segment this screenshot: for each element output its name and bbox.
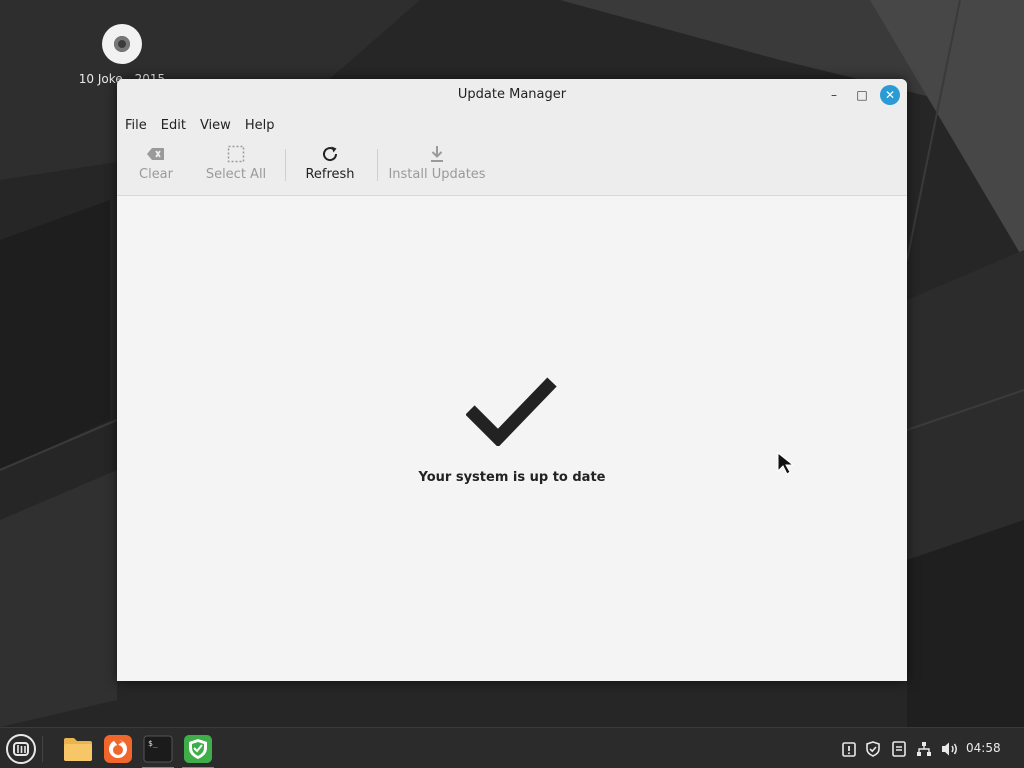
updates-content: Your system is up to date <box>117 196 907 681</box>
update-manager-icon <box>184 735 212 763</box>
menubar: File Edit View Help <box>117 111 907 139</box>
clear-label: Clear <box>139 167 173 182</box>
menu-help[interactable]: Help <box>245 118 283 133</box>
tray-network[interactable] <box>913 728 935 768</box>
menu-icon <box>6 734 36 764</box>
close-icon: ✕ <box>884 88 896 102</box>
window-titlebar[interactable]: Update Manager – □ ✕ <box>117 79 907 111</box>
files-icon <box>64 738 92 761</box>
refresh-button[interactable]: Refresh <box>300 143 360 191</box>
select-all-icon <box>227 143 245 165</box>
minimize-button[interactable]: – <box>825 86 843 104</box>
refresh-label: Refresh <box>305 167 355 182</box>
network-icon <box>917 741 931 756</box>
notes-icon <box>892 740 906 757</box>
menu-button[interactable] <box>3 732 39 766</box>
select-all-button[interactable]: Select All <box>205 143 267 191</box>
mouse-cursor-icon <box>777 452 795 475</box>
tray-volume[interactable] <box>939 728 961 768</box>
taskbar: $_ 04:58 <box>0 727 1024 768</box>
tray-shield[interactable] <box>862 728 884 768</box>
files-launcher[interactable] <box>60 732 96 766</box>
menu-file[interactable]: File <box>125 118 155 133</box>
toolbar: Clear Select All Refresh Install Updates <box>117 139 907 196</box>
close-button[interactable]: ✕ <box>880 85 900 105</box>
desktop: 10 Joke__2015 Update Manager – □ ✕ File … <box>0 0 1024 768</box>
clear-icon <box>147 143 165 165</box>
desktop-icon-disc[interactable]: 10 Joke__2015 <box>72 24 172 86</box>
disc-icon <box>102 24 142 64</box>
minimize-icon: – <box>831 88 837 102</box>
select-all-label: Select All <box>205 167 267 182</box>
maximize-button[interactable]: □ <box>853 86 871 104</box>
taskbar-clock[interactable]: 04:58 <box>966 741 1001 755</box>
install-updates-label: Install Updates <box>388 167 486 182</box>
clipboard-icon <box>842 741 856 757</box>
shield-icon <box>866 740 880 757</box>
checkmark-icon <box>466 377 557 446</box>
volume-icon <box>942 742 957 755</box>
window-title: Update Manager <box>457 87 567 102</box>
taskbar-separator <box>42 736 43 762</box>
download-icon <box>429 143 445 165</box>
maximize-icon: □ <box>856 88 868 102</box>
install-updates-button[interactable]: Install Updates <box>387 143 487 191</box>
tray-clipboard[interactable] <box>838 728 860 768</box>
firefox-icon <box>104 735 132 763</box>
terminal-icon: $_ <box>143 735 173 763</box>
firefox-launcher[interactable] <box>100 732 136 766</box>
toolbar-separator <box>285 149 286 181</box>
update-manager-window: Update Manager – □ ✕ File Edit View Help <box>117 79 907 681</box>
refresh-icon <box>321 143 339 165</box>
clear-button[interactable]: Clear <box>137 143 175 191</box>
toolbar-separator <box>377 149 378 181</box>
menu-edit[interactable]: Edit <box>161 118 194 133</box>
update-manager-launcher[interactable] <box>180 732 216 768</box>
tray-notes[interactable] <box>888 728 910 768</box>
svg-text:$_: $_ <box>148 739 158 748</box>
terminal-launcher[interactable]: $_ <box>140 732 176 768</box>
menu-view[interactable]: View <box>200 118 239 133</box>
